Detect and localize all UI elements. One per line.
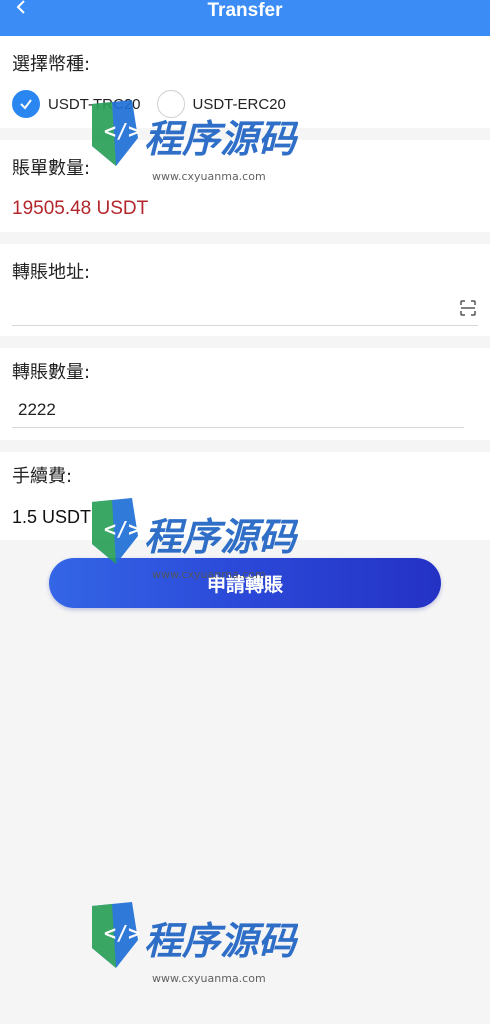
svg-text:</>: </> bbox=[104, 921, 140, 945]
fee-value: 1.5 USDT bbox=[12, 507, 92, 527]
scan-icon[interactable] bbox=[458, 298, 478, 318]
address-label: 轉賬地址: bbox=[12, 262, 91, 283]
watermark-url: www.cxyuanma.com bbox=[152, 170, 266, 183]
fee-label: 手續費: bbox=[12, 466, 73, 487]
check-icon bbox=[20, 99, 32, 110]
amount-field[interactable] bbox=[12, 392, 464, 428]
watermark-logo: </> 程序源码网 www.cxyuanma.com bbox=[86, 898, 339, 994]
svg-text:</>: </> bbox=[104, 517, 140, 541]
balance-label: 賬單數量: bbox=[12, 158, 91, 179]
watermark-url: www.cxyuanma.com bbox=[152, 972, 266, 985]
watermark-name: 程序源码网 bbox=[144, 515, 298, 559]
amount-input[interactable] bbox=[12, 392, 464, 427]
app-header: Transfer bbox=[0, 0, 490, 36]
amount-label: 轉賬數量: bbox=[12, 362, 91, 383]
watermark-logo: </> 程序源码网 www.cxyuanma.com bbox=[86, 494, 339, 590]
watermark-name: 程序源码网 bbox=[144, 919, 298, 963]
address-input[interactable] bbox=[12, 290, 478, 325]
chevron-left-icon[interactable] bbox=[14, 0, 34, 20]
currency-label: 選擇幣種: bbox=[12, 54, 91, 75]
svg-text:</>: </> bbox=[104, 119, 140, 143]
address-field[interactable] bbox=[12, 290, 478, 326]
radio-trc20[interactable] bbox=[12, 90, 40, 118]
watermark-logo: </> 程序源码网 www.cxyuanma.com bbox=[86, 96, 339, 192]
watermark-url: www.cxyuanma.com bbox=[152, 568, 266, 581]
page-title: Transfer bbox=[207, 0, 283, 21]
balance-value: 19505.48 USDT bbox=[12, 198, 149, 219]
watermark-name: 程序源码网 bbox=[144, 117, 298, 161]
